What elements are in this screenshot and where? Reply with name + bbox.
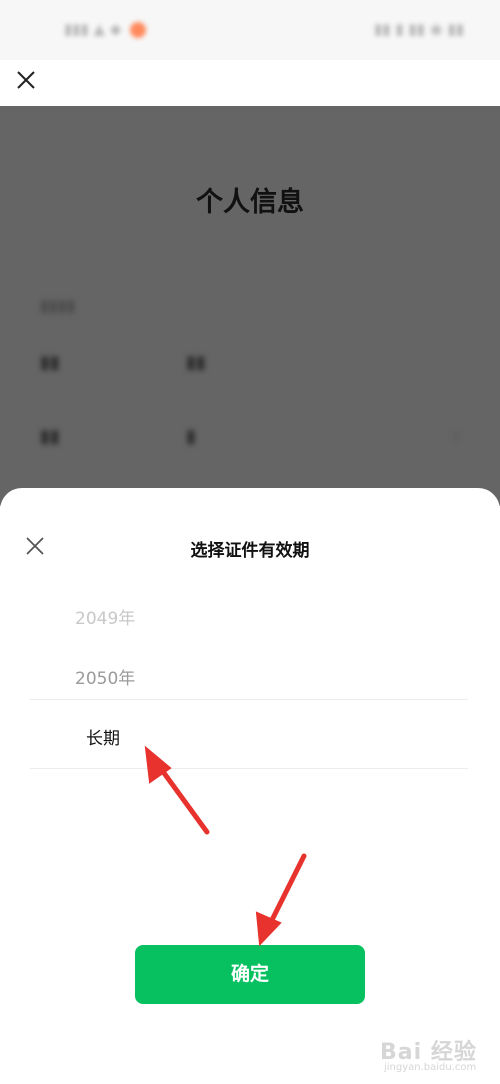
picker-option[interactable]: 2049年 xyxy=(75,604,135,629)
top-nav xyxy=(0,60,500,106)
validity-picker[interactable]: 2049年 2050年 长期 xyxy=(0,584,500,884)
status-bar: ▮▮▮ ▲ ◆ ▮▮ ▮ ▮▮ ◉ ▮▮ xyxy=(0,0,500,60)
confirm-button[interactable]: 确定 xyxy=(135,945,365,1004)
blurred-row: ▮▮ ▮▮ xyxy=(40,352,206,373)
status-right-blurred: ▮▮ ▮ ▮▮ ◉ ▮▮ xyxy=(374,20,464,38)
date-picker-sheet: 选择证件有效期 2049年 2050年 长期 确定 xyxy=(0,488,500,1084)
chevron-right-icon: › xyxy=(452,426,460,447)
watermark-logo: Bai 经验 jingyan.baidu.com xyxy=(380,1028,492,1078)
picker-option[interactable]: 2050年 xyxy=(75,664,135,689)
dimmed-background-page: 个人信息 ▮▮▮▮ ▮▮ ▮▮ ▮▮ ▮ › xyxy=(0,106,500,506)
picker-option-selected[interactable]: 长期 xyxy=(86,724,120,749)
watermark-url: jingyan.baidu.com xyxy=(384,1062,477,1073)
sheet-title: 选择证件有效期 xyxy=(190,541,310,561)
close-icon[interactable] xyxy=(12,66,40,94)
blurred-form: ▮▮▮▮ ▮▮ ▮▮ ▮▮ ▮ › xyxy=(0,276,500,506)
blurred-section-label: ▮▮▮▮ xyxy=(40,296,76,315)
page-title: 个人信息 xyxy=(196,187,304,218)
picker-selection-line-bottom xyxy=(30,768,468,769)
picker-selection-line-top xyxy=(30,699,468,700)
status-left-blurred: ▮▮▮ ▲ ◆ xyxy=(64,20,150,42)
blurred-row: ▮▮ ▮ › xyxy=(40,426,460,447)
notification-dot-icon xyxy=(130,21,147,38)
